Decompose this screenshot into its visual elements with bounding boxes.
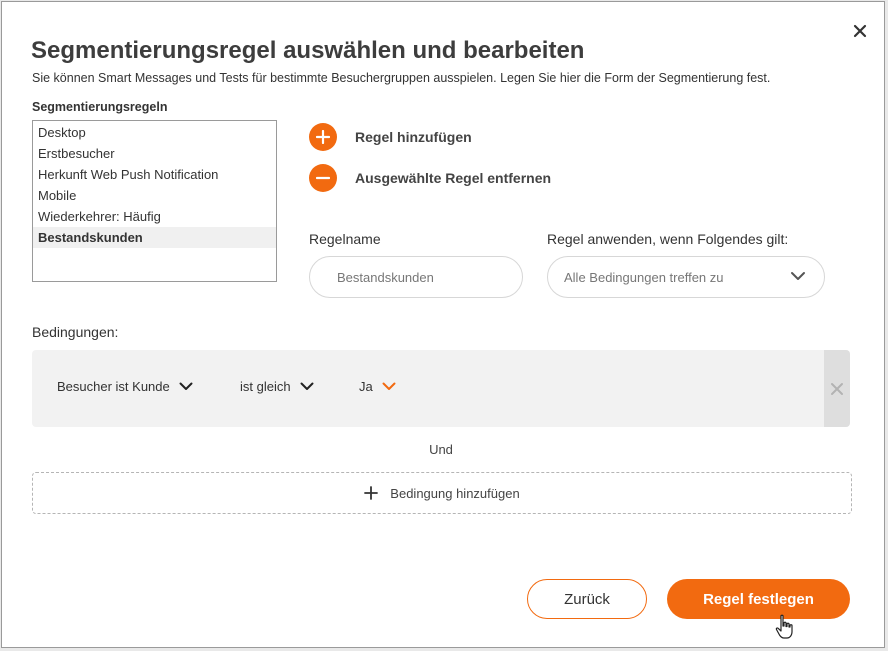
rules-list-label: Segmentierungsregeln bbox=[32, 100, 168, 114]
condition-operator-value: ist gleich bbox=[240, 379, 291, 394]
add-condition-label: Bedingung hinzufügen bbox=[390, 485, 520, 501]
hand-cursor-icon bbox=[775, 614, 793, 639]
add-condition-button[interactable]: Bedingung hinzufügen bbox=[32, 472, 852, 514]
add-rule-label: Regel hinzufügen bbox=[355, 129, 472, 145]
rule-name-label: Regelname bbox=[309, 231, 381, 247]
back-button[interactable]: Zurück bbox=[527, 579, 647, 619]
rule-item-bestandskunden[interactable]: Bestandskunden bbox=[33, 227, 276, 248]
close-icon bbox=[831, 382, 843, 395]
apply-condition-label: Regel anwenden, wenn Folgendes gilt: bbox=[547, 231, 789, 247]
chevron-down-icon bbox=[300, 382, 314, 390]
condition-value-text: Ja bbox=[359, 379, 373, 394]
dialog-subtitle: Sie können Smart Messages und Tests für … bbox=[32, 71, 771, 85]
condition-field-select[interactable]: Besucher ist Kunde bbox=[57, 379, 193, 394]
condition-operator-select[interactable]: ist gleich bbox=[240, 379, 314, 394]
rule-item-herkunft-web-push[interactable]: Herkunft Web Push Notification bbox=[33, 164, 276, 185]
dialog-title: Segmentierungsregel auswählen und bearbe… bbox=[31, 37, 585, 64]
remove-rule-button[interactable]: Ausgewählte Regel entfernen bbox=[309, 164, 551, 192]
rule-name-field-wrapper bbox=[309, 256, 523, 298]
rule-item-erstbesucher[interactable]: Erstbesucher bbox=[33, 143, 276, 164]
remove-condition-button[interactable] bbox=[824, 350, 850, 427]
condition-value-select[interactable]: Ja bbox=[359, 379, 396, 394]
rules-list[interactable]: Desktop Erstbesucher Herkunft Web Push N… bbox=[32, 120, 277, 282]
minus-circle-icon bbox=[309, 164, 337, 192]
submit-rule-button[interactable]: Regel festlegen bbox=[667, 579, 850, 619]
plus-circle-icon bbox=[309, 123, 337, 151]
condition-row: Besucher ist Kunde ist gleich Ja bbox=[32, 350, 850, 427]
rule-name-input[interactable] bbox=[335, 268, 499, 286]
add-rule-button[interactable]: Regel hinzufügen bbox=[309, 123, 472, 151]
conditions-label: Bedingungen: bbox=[32, 324, 119, 340]
chevron-down-icon bbox=[179, 382, 193, 390]
close-button[interactable] bbox=[850, 21, 870, 41]
apply-condition-value: Alle Bedingungen treffen zu bbox=[564, 269, 724, 285]
plus-icon bbox=[364, 486, 379, 500]
segmentation-dialog: Segmentierungsregel auswählen und bearbe… bbox=[1, 1, 885, 648]
rule-item-wiederkehrer[interactable]: Wiederkehrer: Häufig bbox=[33, 206, 276, 227]
apply-condition-select[interactable]: Alle Bedingungen treffen zu bbox=[547, 256, 825, 298]
chevron-down-icon bbox=[382, 382, 396, 390]
rule-item-desktop[interactable]: Desktop bbox=[33, 122, 276, 143]
chevron-down-icon bbox=[791, 272, 805, 280]
condition-field-value: Besucher ist Kunde bbox=[57, 379, 170, 394]
rule-item-mobile[interactable]: Mobile bbox=[33, 185, 276, 206]
remove-rule-label: Ausgewählte Regel entfernen bbox=[355, 170, 552, 186]
close-icon bbox=[853, 24, 867, 38]
condition-connector: Und bbox=[429, 442, 453, 457]
